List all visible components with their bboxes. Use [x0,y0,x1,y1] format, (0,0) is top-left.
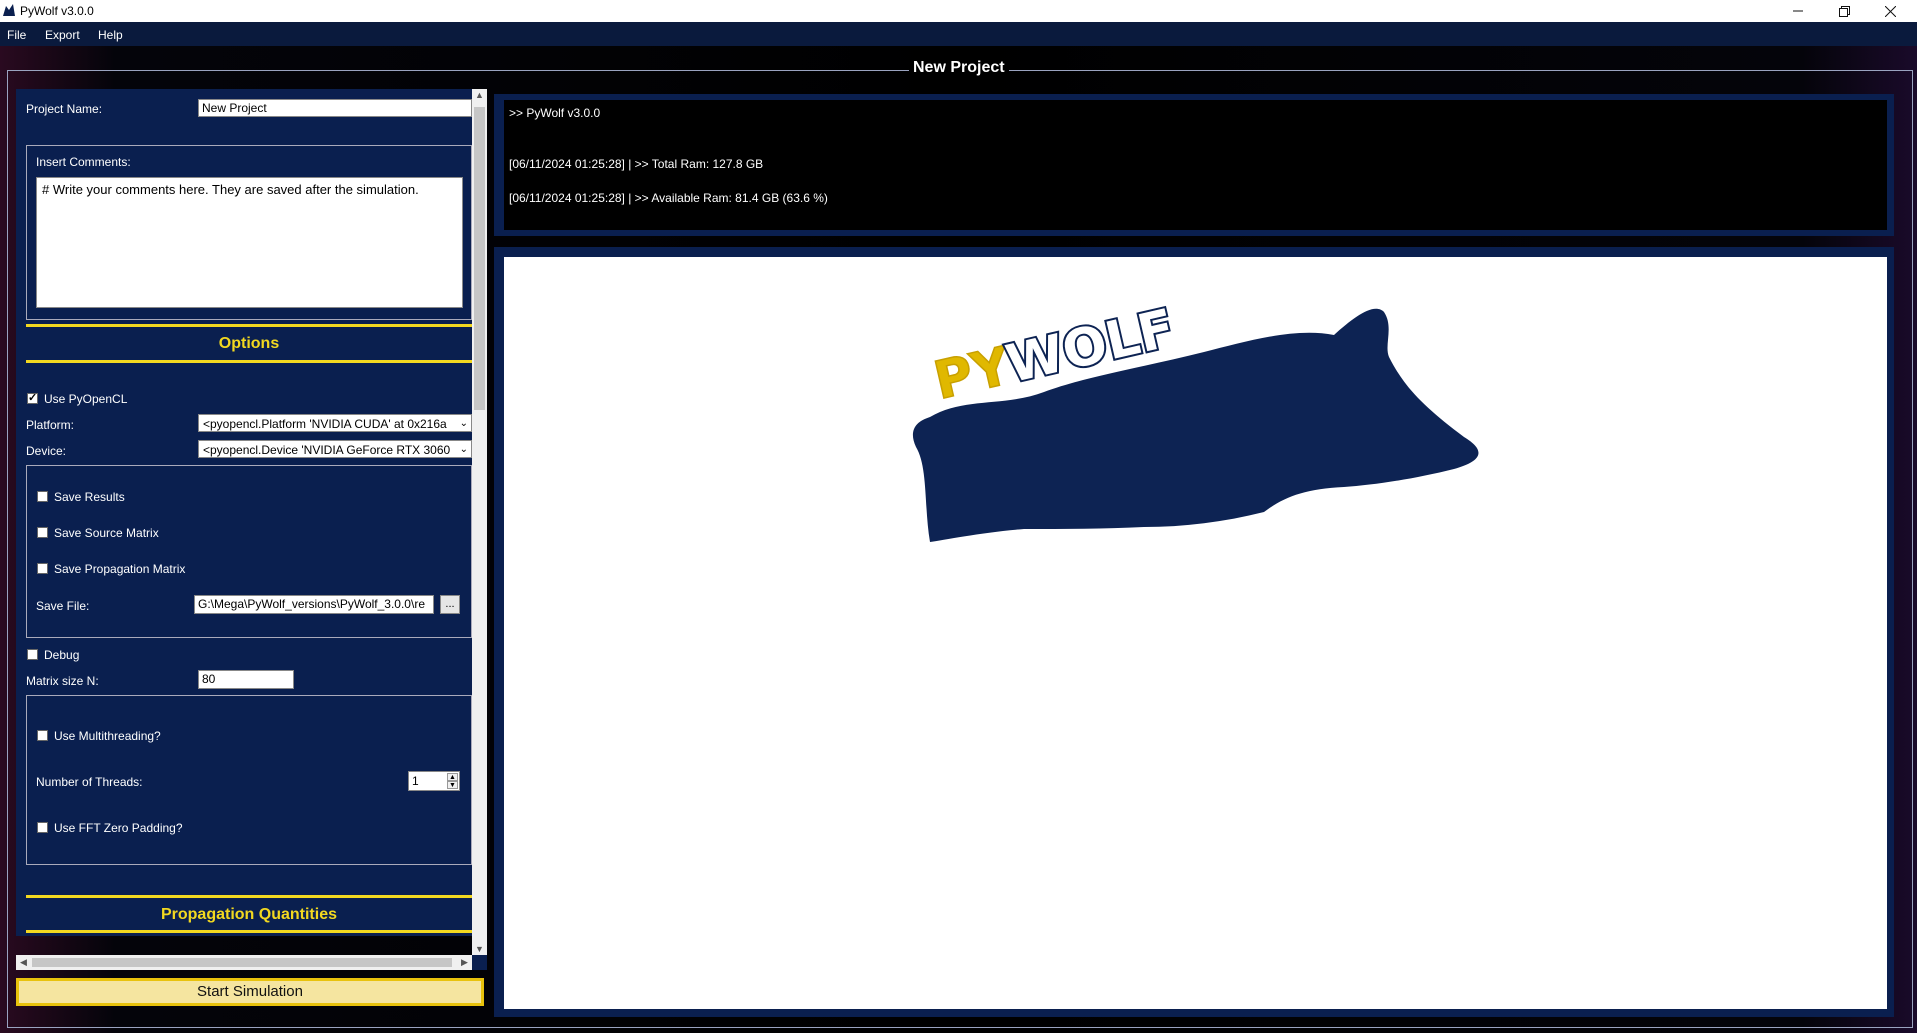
image-display: PY WOLF [504,257,1887,1009]
threads-spinbox[interactable]: 1 ▲ ▼ [408,771,460,791]
debug-checkbox[interactable] [27,649,38,660]
console-output: >> PyWolf v3.0.0 [06/11/2024 01:25:28] |… [504,100,1887,230]
platform-value: <pyopencl.Platform 'NVIDIA CUDA' at 0x21… [203,417,447,431]
platform-select[interactable]: <pyopencl.Platform 'NVIDIA CUDA' at 0x21… [198,414,472,432]
project-name-input[interactable]: New Project [198,99,472,117]
close-icon [1884,5,1896,17]
options-panel: Project Name: New Project Insert Comment… [16,89,472,936]
menu-bar: File Export Help [0,22,1917,46]
options-heading: Options [218,335,280,352]
window-title: PyWolf v3.0.0 [20,4,94,18]
save-results-checkbox[interactable] [37,491,48,502]
options-vertical-scrollbar[interactable]: ▲ ▼ [472,89,487,955]
options-top-line [26,324,472,327]
use-pyopencl-label: Use PyOpenCL [44,392,128,406]
matrix-size-input[interactable]: 80 [198,670,294,689]
chevron-down-icon: ⌄ [459,444,468,455]
restore-button[interactable] [1821,0,1867,22]
browse-button[interactable]: ... [440,595,460,614]
save-file-label: Save File: [36,599,90,613]
matrix-size-label: Matrix size N: [26,674,99,688]
title-bar: PyWolf v3.0.0 [0,0,1917,22]
save-results-label: Save Results [54,490,125,504]
close-button[interactable] [1867,0,1913,22]
save-propagation-matrix-label: Save Propagation Matrix [54,562,186,576]
multithreading-label: Use Multithreading? [54,729,161,743]
propagation-top-line [26,895,472,898]
scroll-left-icon[interactable]: ◀ [16,957,31,968]
horizontal-scroll-thumb[interactable] [32,958,452,967]
app-icon [3,4,15,16]
device-value: <pyopencl.Device 'NVIDIA GeForce RTX 306… [203,443,451,457]
scroll-corner [472,955,487,970]
console-line: [06/11/2024 01:25:28] | >> Total Ram: 12… [509,157,764,171]
options-bottom-line [26,360,472,363]
group-title: New Project [909,59,1009,77]
scroll-up-icon[interactable]: ▲ [472,90,487,100]
spin-down-icon[interactable]: ▼ [447,781,458,789]
propagation-heading: Propagation Quantities [160,906,337,923]
fft-zero-padding-checkbox[interactable] [37,822,48,833]
comments-textarea[interactable]: # Write your comments here. They are sav… [36,177,463,308]
menu-export[interactable]: Export [45,28,80,42]
propagation-bottom-line [26,930,472,933]
console-line: [06/11/2024 01:25:28] | >> Available Ram… [509,191,828,205]
vertical-scroll-thumb[interactable] [474,107,485,410]
use-pyopencl-checkbox[interactable] [27,391,38,404]
device-select[interactable]: <pyopencl.Device 'NVIDIA GeForce RTX 306… [198,440,472,458]
project-name-label: Project Name: [26,102,103,116]
pywolf-logo: PY WOLF [912,296,1479,542]
options-horizontal-scrollbar[interactable]: ◀ ▶ [16,955,472,970]
save-source-matrix-label: Save Source Matrix [54,526,159,540]
save-propagation-matrix-checkbox[interactable] [37,563,48,574]
threads-value: 1 [412,774,419,788]
scroll-down-icon[interactable]: ▼ [472,944,487,954]
multithreading-checkbox[interactable] [37,730,48,741]
minimize-icon [1793,10,1803,12]
minimize-button[interactable] [1775,0,1821,22]
menu-help[interactable]: Help [98,28,123,42]
restore-icon [1838,5,1850,17]
comments-label: Insert Comments: [36,155,131,169]
threads-label: Number of Threads: [36,775,143,789]
spin-up-icon[interactable]: ▲ [447,773,458,781]
device-label: Device: [26,444,67,458]
start-simulation-button[interactable]: Start Simulation [16,978,484,1006]
menu-file[interactable]: File [7,28,26,42]
debug-label: Debug [44,648,80,662]
platform-label: Platform: [26,418,75,432]
fft-zero-padding-label: Use FFT Zero Padding? [54,821,183,835]
chevron-down-icon: ⌄ [459,418,468,429]
scroll-right-icon[interactable]: ▶ [457,957,472,968]
save-source-matrix-checkbox[interactable] [37,527,48,538]
console-line: >> PyWolf v3.0.0 [509,106,601,120]
save-file-input[interactable]: G:\Mega\PyWolf_versions\PyWolf_3.0.0\re [194,595,434,614]
